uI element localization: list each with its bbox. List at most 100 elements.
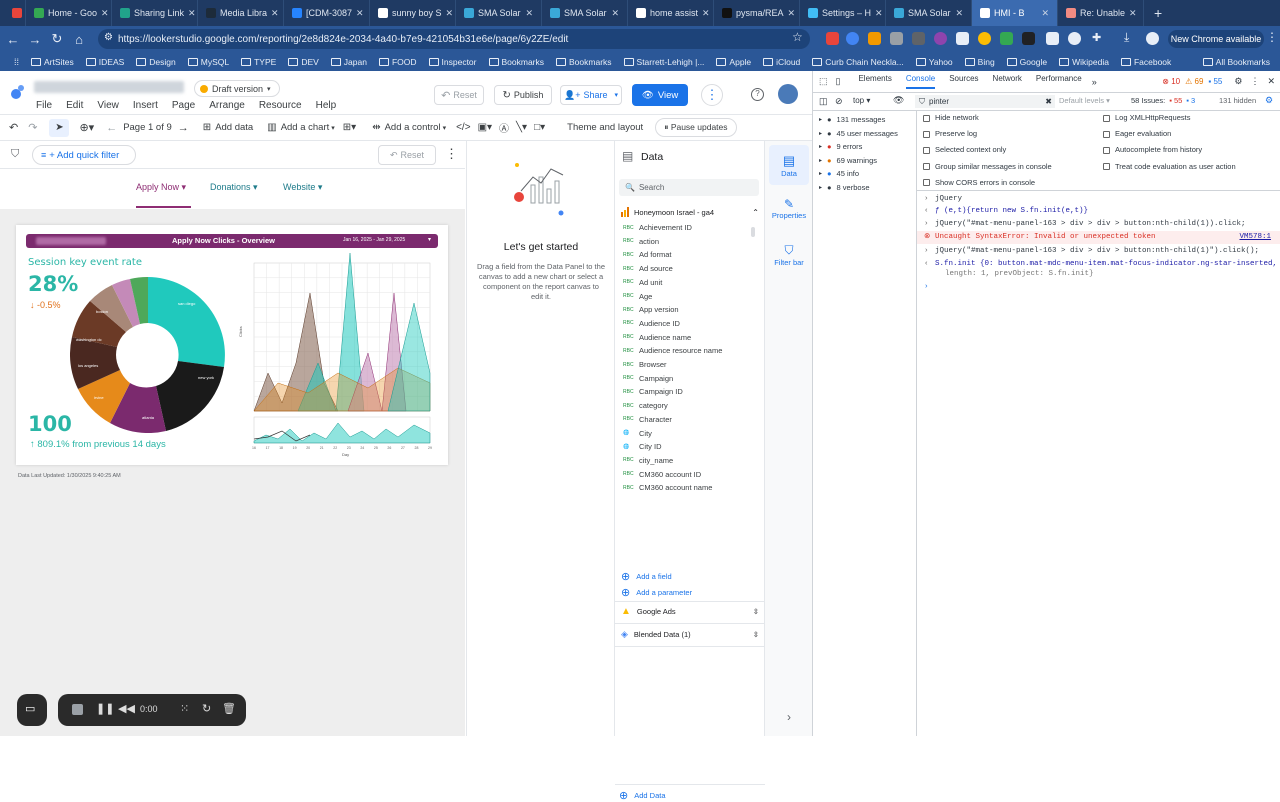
data-field-item[interactable]: RBC Achievement ID [623,223,692,232]
chevron-right-icon[interactable]: › [787,710,791,724]
close-tab-icon[interactable]: ✕ [356,8,364,19]
close-tab-icon[interactable]: ✕ [875,8,883,19]
extension-icon[interactable] [826,32,839,45]
looker-studio-logo[interactable] [10,84,26,100]
browser-tab[interactable]: SMA Solar ✕ [886,0,972,26]
profile-avatar[interactable] [1146,32,1159,45]
date-dropdown-icon[interactable]: ▾ [428,236,431,243]
issues-button[interactable]: 58 Issues: ▪ 55 ▪ 3 [1131,96,1195,105]
all-bookmarks-button[interactable]: All Bookmarks [1202,57,1270,67]
bookmark-item[interactable]: FOOD [378,57,417,67]
rail-data-button[interactable]: ▤ Data [769,145,809,185]
console-sidebar-item[interactable]: ▸ ● 45 user messages [819,129,898,138]
console-setting-checkbox[interactable]: Group similar messages in console [923,162,1052,171]
browser-tab[interactable]: pysma/REA ✕ [714,0,800,26]
browser-tab[interactable]: home assist ✕ [628,0,714,26]
console-setting-checkbox[interactable]: Show CORS errors in console [923,178,1035,187]
clear-console-icon[interactable]: ⊘ [835,96,843,107]
data-field-item[interactable]: RBC Audience name [623,333,691,342]
menu-edit[interactable]: Edit [66,100,83,111]
browser-tab[interactable]: Sharing Link ✕ [112,0,198,26]
devtools-tab-performance[interactable]: Performance [1036,74,1082,89]
browser-tab[interactable] [4,0,26,26]
browser-tab[interactable]: Media Libra ✕ [198,0,284,26]
report-title-redacted[interactable] [34,81,184,93]
error-count-badge[interactable]: ⊗ 10 [1162,77,1180,86]
browser-tab[interactable]: sunny boy S ✕ [370,0,456,26]
more-options-icon[interactable]: ⋮ [701,84,723,106]
donut-chart[interactable]: san diego new york atlanta irvine los an… [70,277,226,433]
restart-icon[interactable]: ↻ [202,702,211,715]
image-icon[interactable]: ▣▾ [478,122,492,133]
bookmark-star-icon[interactable]: ☆ [792,30,803,44]
extension-icon[interactable] [912,32,925,45]
text-icon[interactable]: Ⓐ [499,120,509,135]
line-icon[interactable]: ╲▾ [516,122,527,133]
console-setting-checkbox[interactable]: Log XMLHttpRequests [1103,113,1190,122]
new-tab-icon[interactable]: + [1154,5,1162,21]
add-quick-filter-button[interactable]: ≡ + Add quick filter [32,145,136,165]
nav-website[interactable]: Website ▾ [283,182,322,193]
close-tab-icon[interactable]: ✕ [188,8,196,19]
nav-apply-now[interactable]: Apply Now ▾ [136,182,186,193]
google-ads-source[interactable]: ▲ Google Ads ⇳ [621,606,759,617]
bookmark-item[interactable]: Curb Chain Neckla... [812,57,904,67]
bookmark-item[interactable]: Yahoo [915,57,953,67]
bookmark-item[interactable]: IDEAS [85,57,124,67]
data-field-item[interactable]: RBC category [623,401,668,410]
close-tab-icon[interactable]: ✕ [955,8,963,19]
next-page-icon[interactable]: → [178,122,189,134]
data-field-item[interactable]: RBC Ad unit [623,278,662,287]
kebab-menu-icon[interactable]: ⋮ [1266,30,1278,44]
extension-icon[interactable] [956,32,969,45]
log-levels-dropdown[interactable]: Default levels ▾ [1059,96,1110,105]
page-indicator[interactable]: Page 1 of 9 [123,122,172,133]
bookmark-item[interactable]: Japan [330,57,367,67]
draft-version-chip[interactable]: Draft version ▾ [194,80,280,97]
add-data-button[interactable]: Add data [215,122,253,133]
bookmark-item[interactable]: MySQL [187,57,229,67]
help-icon[interactable]: ? [751,88,764,101]
warning-count-badge[interactable]: ⚠ 69 [1185,77,1203,86]
bookmark-item[interactable]: Bookmarks [488,57,544,67]
extension-icon[interactable] [1000,32,1013,45]
data-search-input[interactable]: 🔍 Search [619,179,759,196]
trash-icon[interactable]: 🗑 [222,702,236,715]
menu-file[interactable]: File [36,100,52,111]
add-chart-button[interactable]: Add a chart [281,122,330,133]
bookmark-item[interactable]: Inspector [428,57,477,67]
devtools-tab-sources[interactable]: Sources [949,74,978,89]
browser-tab[interactable]: Home - Goo ✕ [26,0,112,26]
add-control-button[interactable]: Add a control [385,122,441,133]
console-sidebar-item[interactable]: ▸ ● 9 errors [819,142,862,151]
stop-icon[interactable] [72,704,83,715]
user-avatar[interactable] [778,84,798,104]
theme-and-layout-button[interactable]: Theme and layout [567,122,643,133]
bookmark-item[interactable]: Facebook [1120,57,1171,67]
extensions-puzzle-icon[interactable]: ✚ [1092,31,1101,44]
data-field-item[interactable]: RBC Ad source [623,264,673,273]
embed-code-icon[interactable]: </> [456,122,470,133]
browser-tab[interactable]: SMA Solar ✕ [542,0,628,26]
back-icon[interactable]: ← [2,32,24,47]
console-setting-checkbox[interactable]: Eager evaluation [1103,129,1171,138]
undo-icon[interactable]: ↶ [9,121,18,134]
close-tab-icon[interactable]: ✕ [101,8,109,19]
pause-updates-button[interactable]: ⏸ Pause updates [655,118,737,137]
data-field-item[interactable]: RBC Campaign ID [623,387,683,396]
menu-arrange[interactable]: Arrange [209,100,245,111]
close-tab-icon[interactable]: ✕ [702,8,710,19]
address-bar[interactable]: https://lookerstudio.google.com/reportin… [98,29,810,49]
extension-icon[interactable] [934,32,947,45]
info-count-badge[interactable]: ▪ 55 [1208,77,1222,86]
data-field-item[interactable]: RBC CM360 account name [623,483,712,492]
context-selector[interactable]: top ▾ [853,96,889,105]
bookmark-item[interactable]: TYPE [241,57,276,67]
console-setting-checkbox[interactable]: Autocomplete from history [1103,145,1202,154]
more-tabs-icon[interactable]: » [1092,77,1097,87]
report-page[interactable]: Apply Now Clicks - Overview Jan 16, 2025… [16,225,448,465]
rail-filter-bar-button[interactable]: ⛉ Filter bar [769,239,809,267]
forward-icon[interactable]: → [24,32,46,47]
sidebar-toggle-icon[interactable]: ◫ [819,96,828,107]
data-field-item[interactable]: RBC Age [623,292,652,301]
